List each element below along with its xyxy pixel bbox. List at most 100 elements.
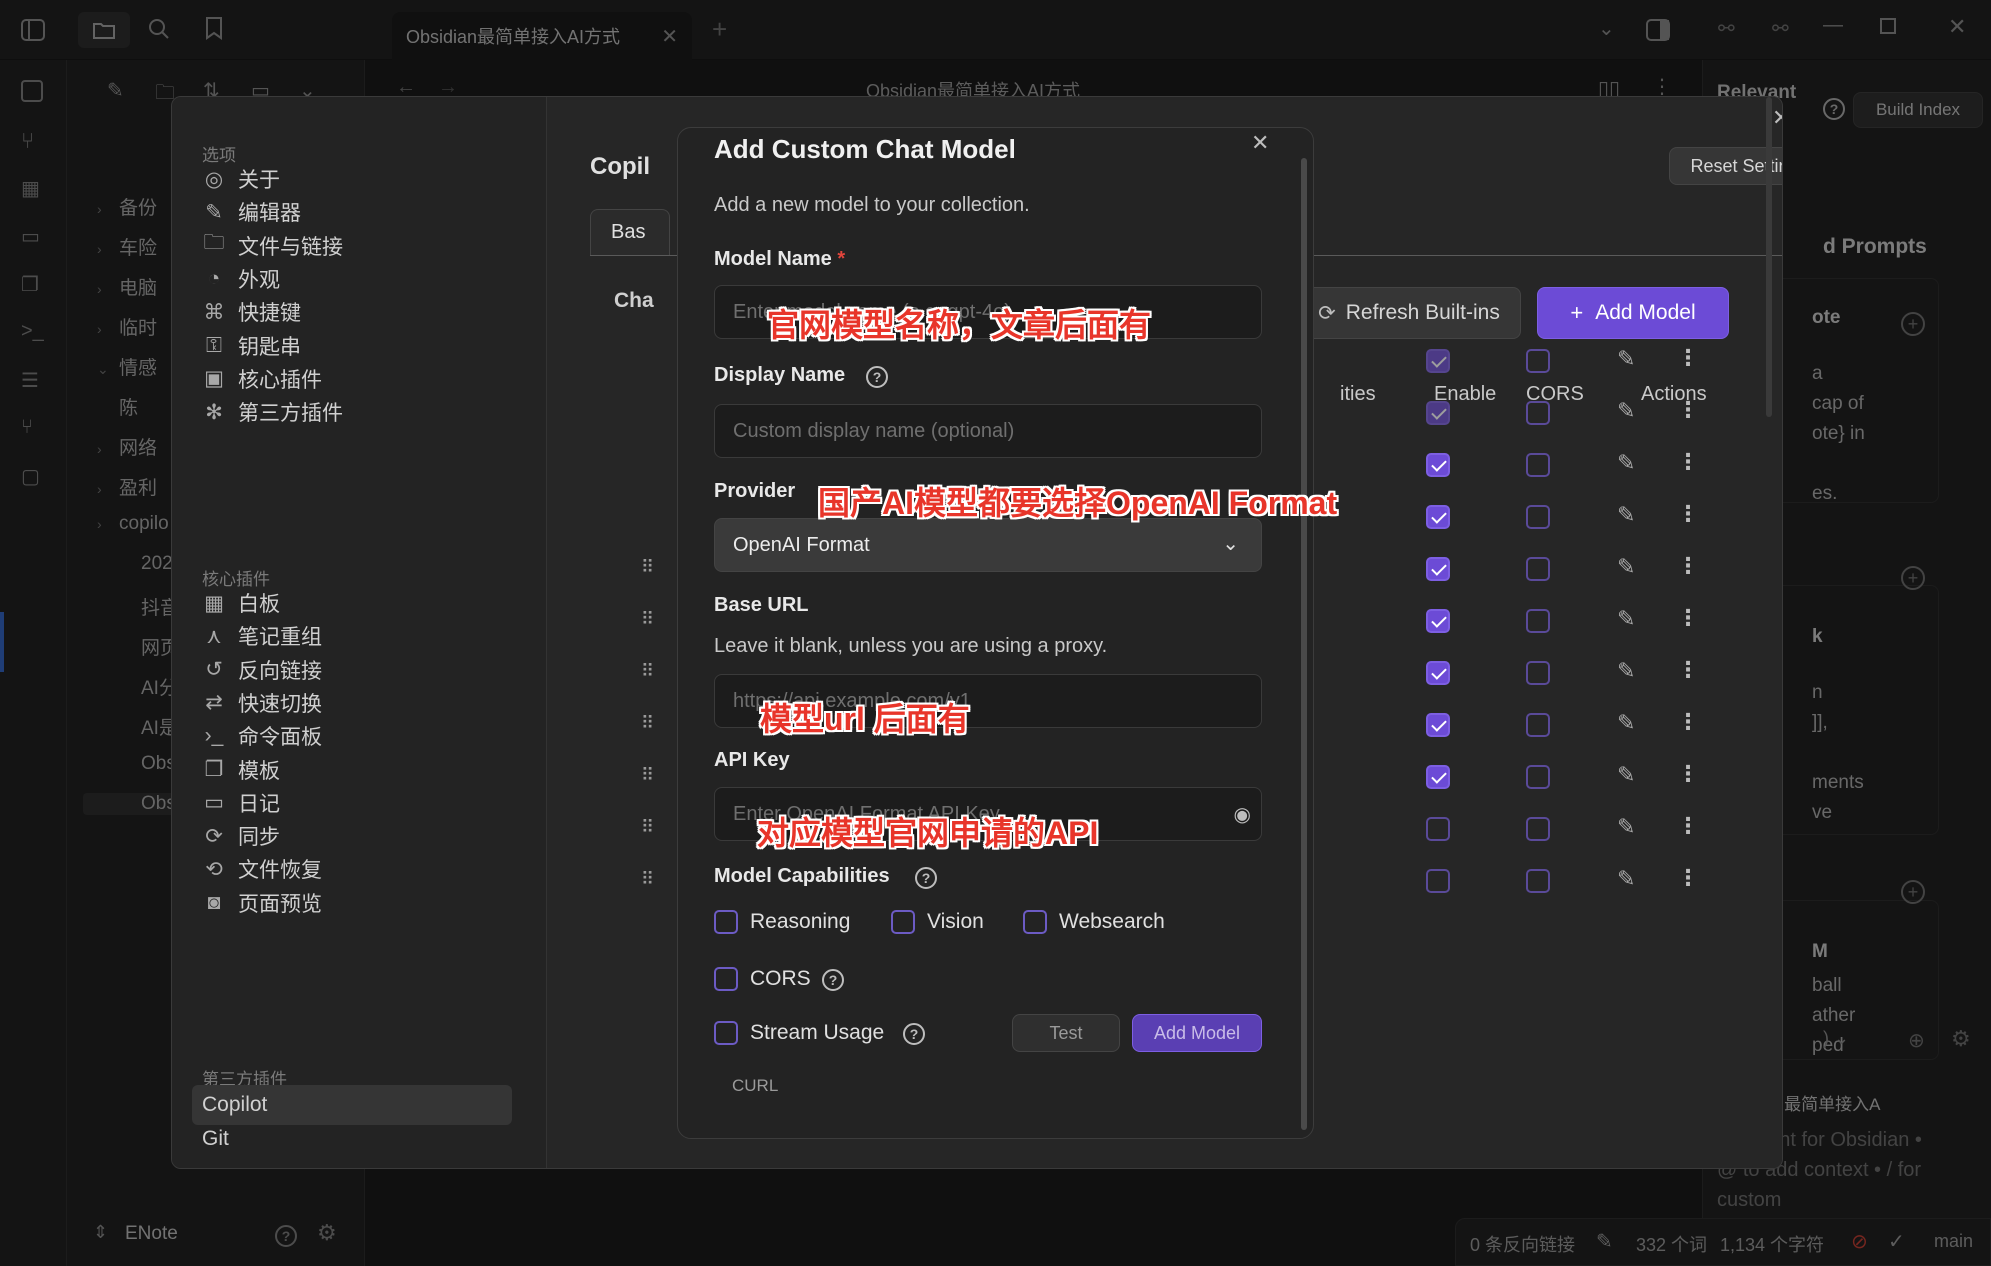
close-settings-icon[interactable]: ✕ bbox=[1772, 105, 1782, 131]
settings-nav-item[interactable]: ✻ 第三方插件 bbox=[202, 392, 502, 432]
enable-checkbox[interactable] bbox=[1426, 401, 1450, 425]
stream-usage-checkbox[interactable] bbox=[714, 1021, 738, 1045]
enable-checkbox[interactable] bbox=[1426, 609, 1450, 633]
display-name-label: Display Name bbox=[714, 364, 846, 386]
settings-nav-label: 文件恢复 bbox=[238, 859, 322, 883]
cors-checkbox[interactable] bbox=[1526, 401, 1550, 425]
websearch-checkbox[interactable] bbox=[1023, 910, 1047, 934]
enable-checkbox[interactable] bbox=[1426, 505, 1450, 529]
settings-nav-label: 核心插件 bbox=[238, 368, 322, 392]
cors-checkbox[interactable] bbox=[1526, 609, 1550, 633]
annotation-model-name: 官网模型名称，文章后面有 bbox=[767, 307, 1152, 343]
edit-pencil-icon[interactable]: ✎ bbox=[1617, 346, 1635, 372]
drag-handle-icon[interactable]: ⠿ bbox=[641, 713, 654, 734]
stream-usage-label: Stream Usage bbox=[750, 1021, 885, 1044]
cors-checkbox[interactable] bbox=[1526, 713, 1550, 737]
cors-checkbox[interactable] bbox=[1526, 661, 1550, 685]
help-icon[interactable]: ? bbox=[915, 867, 937, 889]
more-actions-icon[interactable]: ⋮ bbox=[1677, 815, 1699, 837]
edit-pencil-icon[interactable]: ✎ bbox=[1617, 554, 1635, 580]
reasoning-label: Reasoning bbox=[750, 910, 851, 933]
more-actions-icon[interactable]: ⋮ bbox=[1677, 347, 1699, 369]
more-actions-icon[interactable]: ⋮ bbox=[1677, 451, 1699, 473]
settings-nav-label: 快捷键 bbox=[238, 302, 301, 326]
enable-checkbox[interactable] bbox=[1426, 817, 1450, 841]
cors-checkbox[interactable] bbox=[1526, 869, 1550, 893]
enable-checkbox[interactable] bbox=[1426, 869, 1450, 893]
help-icon[interactable]: ? bbox=[866, 366, 888, 388]
provider-label: Provider bbox=[714, 480, 796, 502]
sync-icon: ⟳ bbox=[205, 824, 223, 848]
add-model-button[interactable]: + Add Model bbox=[1537, 287, 1729, 339]
cors-checkbox[interactable] bbox=[714, 967, 738, 991]
tab-basic[interactable]: Bas bbox=[590, 209, 670, 255]
edit-pencil-icon[interactable]: ✎ bbox=[1617, 450, 1635, 476]
dialog-title: Add Custom Chat Model bbox=[714, 134, 1016, 164]
help-icon[interactable]: ? bbox=[903, 1023, 925, 1045]
edit-pencil-icon[interactable]: ✎ bbox=[1617, 710, 1635, 736]
dialog-add-model-button[interactable]: Add Model bbox=[1132, 1014, 1262, 1052]
backlink-icon: ↺ bbox=[205, 658, 223, 682]
folder-icon: 🗀 bbox=[203, 231, 225, 255]
settings-nav-item[interactable]: Git bbox=[202, 1119, 502, 1159]
cors-label: CORS bbox=[750, 967, 811, 990]
close-dialog-icon[interactable]: ✕ bbox=[1251, 130, 1269, 156]
edit-pencil-icon[interactable]: ✎ bbox=[1617, 502, 1635, 528]
more-actions-icon[interactable]: ⋮ bbox=[1677, 659, 1699, 681]
display-name-input[interactable]: Custom display name (optional) bbox=[714, 404, 1262, 458]
base-url-label: Base URL bbox=[714, 594, 809, 616]
edit-pencil-icon[interactable]: ✎ bbox=[1617, 762, 1635, 788]
puzzle-icon: ✻ bbox=[205, 400, 223, 424]
base-url-hint: Leave it blank, unless you are using a p… bbox=[714, 635, 1108, 657]
enable-checkbox[interactable] bbox=[1426, 349, 1450, 373]
settings-nav-label: 笔记重组 bbox=[238, 626, 322, 650]
enable-checkbox[interactable] bbox=[1426, 453, 1450, 477]
reasoning-checkbox[interactable] bbox=[714, 910, 738, 934]
model-name-label-text: Model Name bbox=[714, 248, 832, 270]
more-actions-icon[interactable]: ⋮ bbox=[1677, 503, 1699, 525]
enable-checkbox[interactable] bbox=[1426, 661, 1450, 685]
help-icon[interactable]: ? bbox=[822, 969, 844, 991]
curl-toggle[interactable]: CURL bbox=[732, 1076, 778, 1096]
dialog-scrollbar[interactable] bbox=[1301, 158, 1307, 1130]
required-mark: * bbox=[837, 248, 846, 270]
more-actions-icon[interactable]: ⋮ bbox=[1677, 867, 1699, 889]
more-actions-icon[interactable]: ⋮ bbox=[1677, 607, 1699, 629]
more-actions-icon[interactable]: ⋮ bbox=[1677, 711, 1699, 733]
drag-handle-icon[interactable]: ⠿ bbox=[641, 661, 654, 682]
enable-checkbox[interactable] bbox=[1426, 713, 1450, 737]
edit-pencil-icon[interactable]: ✎ bbox=[1617, 398, 1635, 424]
enable-checkbox[interactable] bbox=[1426, 765, 1450, 789]
settings-nav-item[interactable]: ◙ 页面预览 bbox=[202, 883, 502, 923]
drag-handle-icon[interactable]: ⠿ bbox=[641, 765, 654, 786]
refresh-builtins-button[interactable]: ⟳ Refresh Built-ins bbox=[1297, 287, 1521, 339]
settings-nav-label: 命令面板 bbox=[238, 726, 322, 750]
cors-checkbox[interactable] bbox=[1526, 453, 1550, 477]
scrollbar[interactable] bbox=[1766, 97, 1772, 417]
cors-checkbox[interactable] bbox=[1526, 817, 1550, 841]
more-actions-icon[interactable]: ⋮ bbox=[1677, 555, 1699, 577]
settings-nav-label: 钥匙串 bbox=[238, 335, 301, 359]
edit-pencil-icon[interactable]: ✎ bbox=[1617, 606, 1635, 632]
test-button[interactable]: Test bbox=[1012, 1014, 1120, 1052]
enable-checkbox[interactable] bbox=[1426, 557, 1450, 581]
provider-select[interactable]: OpenAI Format ⌄ bbox=[714, 518, 1262, 572]
drag-handle-icon[interactable]: ⠿ bbox=[641, 557, 654, 578]
cors-checkbox[interactable] bbox=[1526, 349, 1550, 373]
edit-pencil-icon[interactable]: ✎ bbox=[1617, 658, 1635, 684]
cors-checkbox[interactable] bbox=[1526, 557, 1550, 581]
more-actions-icon[interactable]: ⋮ bbox=[1677, 399, 1699, 421]
eye-icon[interactable]: ◉ bbox=[1234, 802, 1251, 827]
drag-handle-icon[interactable]: ⠿ bbox=[641, 817, 654, 838]
plugin-icon: ▣ bbox=[204, 367, 224, 391]
drag-handle-icon[interactable]: ⠿ bbox=[641, 609, 654, 630]
cors-checkbox[interactable] bbox=[1526, 765, 1550, 789]
settings-nav-label: 第三方插件 bbox=[238, 402, 343, 426]
cors-checkbox[interactable] bbox=[1526, 505, 1550, 529]
more-actions-icon[interactable]: ⋮ bbox=[1677, 763, 1699, 785]
edit-pencil-icon[interactable]: ✎ bbox=[1617, 866, 1635, 892]
websearch-label: Websearch bbox=[1059, 910, 1165, 933]
vision-checkbox[interactable] bbox=[891, 910, 915, 934]
drag-handle-icon[interactable]: ⠿ bbox=[641, 869, 654, 890]
edit-pencil-icon[interactable]: ✎ bbox=[1617, 814, 1635, 840]
